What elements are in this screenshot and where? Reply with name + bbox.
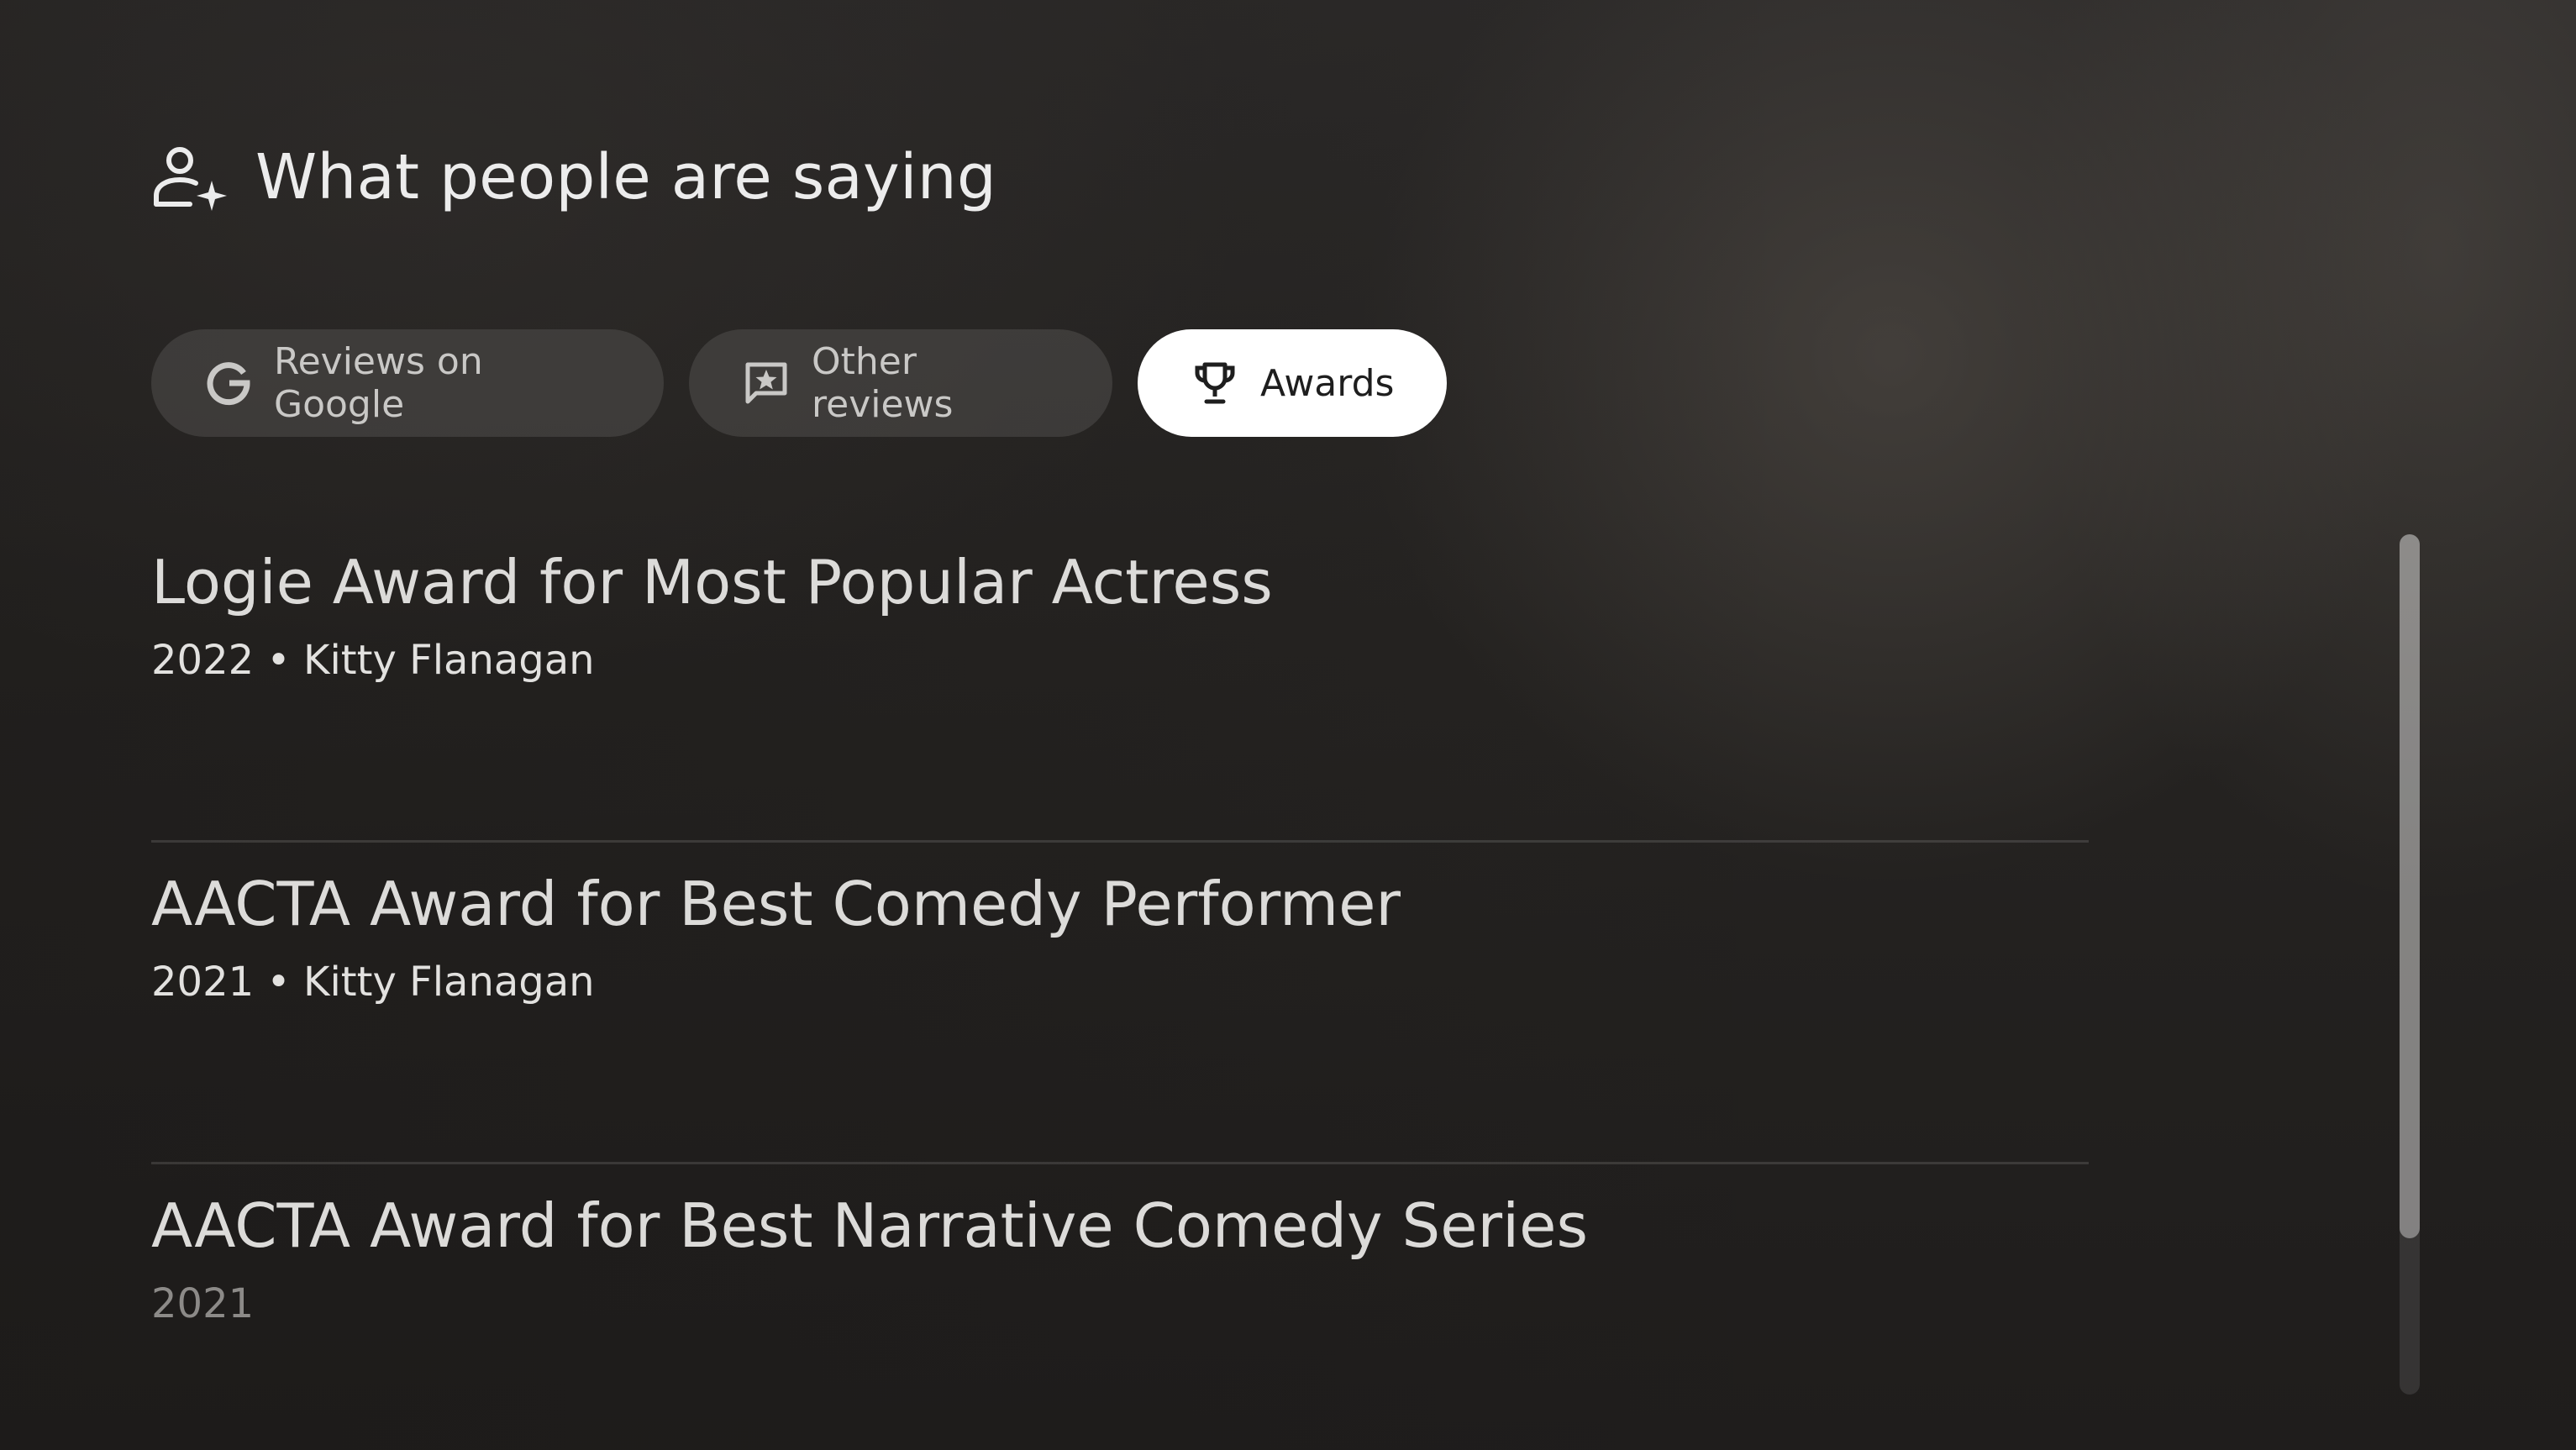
tab-other-reviews[interactable]: Other reviews <box>689 329 1112 437</box>
award-title: AACTA Award for Best Comedy Performer <box>151 869 1401 939</box>
award-item[interactable]: AACTA Award for Best Comedy Performer 20… <box>151 843 2089 1164</box>
award-title: Logie Award for Most Popular Actress <box>151 547 1273 617</box>
award-meta: 2021 <box>151 1280 255 1328</box>
award-meta: 2022 • Kitty Flanagan <box>151 637 595 685</box>
award-item[interactable]: Logie Award for Most Popular Actress 202… <box>151 521 2089 843</box>
awards-screen: What people are saying Reviews on Google… <box>0 0 2576 1450</box>
scrollbar-track[interactable] <box>2400 534 2420 1395</box>
review-star-icon <box>743 360 790 407</box>
award-item[interactable]: AACTA Award for Best Narrative Comedy Se… <box>151 1164 2089 1450</box>
section-header: What people are saying <box>151 141 996 213</box>
tab-awards[interactable]: Awards <box>1138 329 1447 437</box>
tab-label: Other reviews <box>812 340 954 426</box>
review-tabs: Reviews on Google Other reviews Awards <box>151 329 1447 437</box>
tab-reviews-on-google[interactable]: Reviews on Google <box>151 329 664 437</box>
awards-list: Logie Award for Most Popular Actress 202… <box>151 521 2089 1450</box>
person-sparkle-icon <box>151 144 232 211</box>
trophy-icon <box>1191 360 1238 407</box>
tab-label: Reviews on Google <box>274 340 483 426</box>
award-title: AACTA Award for Best Narrative Comedy Se… <box>151 1190 1588 1261</box>
page-title: What people are saying <box>255 141 997 213</box>
google-g-icon <box>205 360 252 407</box>
award-meta: 2021 • Kitty Flanagan <box>151 959 595 1006</box>
tab-label: Awards <box>1260 361 1395 405</box>
scrollbar-thumb[interactable] <box>2400 534 2420 1238</box>
